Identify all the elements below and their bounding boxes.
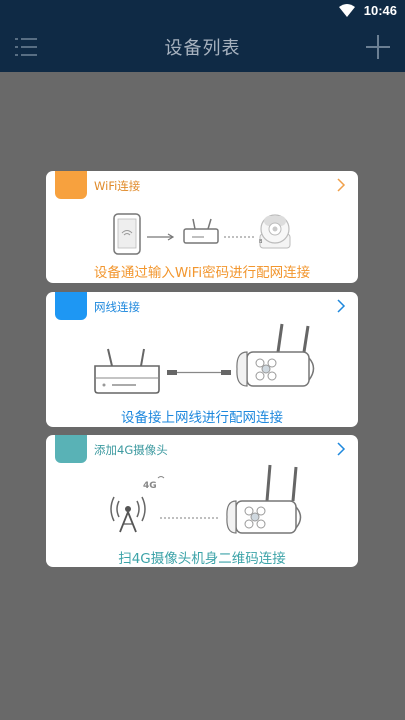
status-bar: 10:46 [0,0,405,22]
card-description: 设备通过输入WiFi密码进行配网连接 [93,265,311,281]
svg-text:B: B [259,239,263,245]
card-description: 扫4G摄像头机身二维码连接 [118,551,286,567]
top-app-bar: 设备列表 [0,22,405,72]
card-description: 设备接上网线进行配网连接 [121,410,283,426]
camera-4g-card[interactable]: 添加4G摄像头 4G 扫4G摄像头机身二维码连接 [46,435,358,567]
4g-badge-text: 4G [143,481,157,491]
wifi-connect-card[interactable]: WiFi连接 B 设备通过输入WiFi密码进行配网连接 [46,171,358,283]
plus-icon[interactable] [365,34,391,60]
wifi-signal-icon [339,4,355,17]
page-title: 设备列表 [164,38,241,59]
ethernet-connect-card[interactable]: 网线连接 设备接上网线进行配网连接 [46,292,358,427]
status-time: 10:46 [363,3,397,18]
